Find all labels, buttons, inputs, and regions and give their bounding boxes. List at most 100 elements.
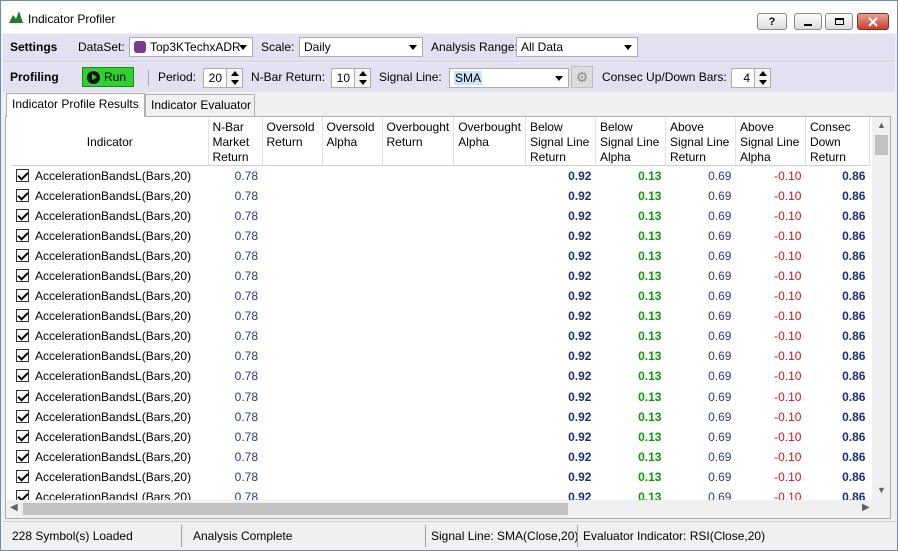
column-header[interactable]: Overbought Return xyxy=(382,118,455,166)
nbar-return-stepper[interactable]: 10 xyxy=(331,68,371,88)
table-row[interactable]: AccelerationBandsL(Bars,20) 0.78 0.92 0.13 0… xyxy=(12,186,869,206)
chevron-down-icon xyxy=(624,45,632,50)
analysis-range-dropdown[interactable]: All Data xyxy=(516,37,638,57)
table-row[interactable]: AccelerationBandsL(Bars,20) 0.78 0.92 0.13 0… xyxy=(12,326,869,346)
cell-ob-alpha xyxy=(454,346,526,366)
dataset-dropdown[interactable]: Top3KTechxADR xyxy=(129,37,253,57)
column-header[interactable]: Indicator xyxy=(12,118,209,166)
scroll-down-icon[interactable]: ▼ xyxy=(877,485,886,495)
consec-spin-buttons[interactable] xyxy=(754,69,770,87)
table-row[interactable]: AccelerationBandsL(Bars,20) 0.78 0.92 0.13 0… xyxy=(12,266,869,286)
maximize-button[interactable] xyxy=(825,13,853,30)
row-checkbox[interactable] xyxy=(16,409,29,423)
minimize-button[interactable] xyxy=(794,13,822,30)
row-checkbox[interactable] xyxy=(16,309,29,323)
cell-bsl-alpha: 0.13 xyxy=(638,168,662,183)
table-row[interactable]: AccelerationBandsL(Bars,20) 0.78 0.92 0.13 0… xyxy=(12,226,869,246)
row-checkbox[interactable] xyxy=(16,168,29,182)
indicator-name: AccelerationBandsL(Bars,20) xyxy=(35,469,192,484)
row-checkbox[interactable] xyxy=(16,289,29,303)
horizontal-scroll-thumb[interactable] xyxy=(23,503,568,515)
cell-ob-alpha xyxy=(454,447,526,467)
cell-os-alpha xyxy=(322,226,382,246)
column-header[interactable]: Below Signal Line Return xyxy=(525,118,596,166)
row-checkbox[interactable] xyxy=(16,429,29,443)
cell-ob-alpha xyxy=(454,387,526,407)
table-row[interactable]: AccelerationBandsL(Bars,20) 0.78 0.92 0.13 0… xyxy=(12,467,869,487)
cell-nbar: 0.78 xyxy=(234,188,258,203)
signal-settings-button[interactable]: ⚙ xyxy=(571,66,593,88)
table-row[interactable]: AccelerationBandsL(Bars,20) 0.78 0.92 0.13 0… xyxy=(12,387,869,407)
column-header[interactable]: Oversold Return xyxy=(262,118,323,166)
cell-asl-alpha: -0.10 xyxy=(774,469,802,484)
cell-bsl-alpha: 0.13 xyxy=(638,429,662,444)
row-checkbox[interactable] xyxy=(16,469,29,483)
status-symbols-loaded: 228 Symbol(s) Loaded xyxy=(12,529,133,543)
consec-bars-stepper[interactable]: 4 xyxy=(731,68,771,88)
cell-asl-ret: 0.69 xyxy=(708,168,732,183)
horizontal-scrollbar[interactable]: ◀ ▶ xyxy=(6,500,890,518)
scale-value: Daily xyxy=(304,40,331,54)
indicator-name: AccelerationBandsL(Bars,20) xyxy=(35,228,192,243)
app-logo-icon xyxy=(9,11,23,23)
table-row[interactable]: AccelerationBandsL(Bars,20) 0.78 0.92 0.13 0… xyxy=(12,306,869,326)
column-header[interactable]: Overbought Alpha xyxy=(453,118,526,166)
cell-nbar: 0.78 xyxy=(234,349,258,364)
scroll-up-icon[interactable]: ▲ xyxy=(877,120,886,130)
scale-dropdown[interactable]: Daily xyxy=(299,37,423,57)
table-row[interactable]: AccelerationBandsL(Bars,20) 0.78 0.92 0.13 0… xyxy=(12,427,869,447)
indicator-cell: AccelerationBandsL(Bars,20) xyxy=(12,186,208,206)
indicator-name: AccelerationBandsL(Bars,20) xyxy=(35,409,192,424)
help-button[interactable]: ? xyxy=(757,13,787,30)
table-row[interactable]: AccelerationBandsL(Bars,20) 0.78 0.92 0.13 0… xyxy=(12,286,869,306)
tab-strip: Indicator Profile Results Indicator Eval… xyxy=(3,93,895,117)
row-checkbox[interactable] xyxy=(16,329,29,343)
period-stepper[interactable]: 20 xyxy=(203,68,243,88)
vertical-scroll-thumb[interactable] xyxy=(875,135,888,155)
table-row[interactable]: AccelerationBandsL(Bars,20) 0.78 0.92 0.13 0… xyxy=(12,447,869,467)
run-button[interactable]: Run xyxy=(82,67,134,87)
close-button[interactable] xyxy=(857,13,889,30)
status-divider xyxy=(425,525,426,547)
indicator-cell: AccelerationBandsL(Bars,20) xyxy=(12,427,208,447)
chevron-down-icon xyxy=(239,45,247,50)
table-row[interactable]: AccelerationBandsL(Bars,20) 0.78 0.92 0.13 0… xyxy=(12,346,869,366)
table-row[interactable]: AccelerationBandsL(Bars,20) 0.78 0.92 0.13 0… xyxy=(12,206,869,226)
status-signal-line: Signal Line: SMA(Close,20) xyxy=(431,529,579,543)
row-checkbox[interactable] xyxy=(16,369,29,383)
cell-ob-alpha xyxy=(454,427,526,447)
row-checkbox[interactable] xyxy=(16,208,29,222)
column-header[interactable]: Above Signal Line Return xyxy=(665,118,736,166)
cell-bsl-ret: 0.92 xyxy=(568,168,592,183)
table-row[interactable]: AccelerationBandsL(Bars,20) 0.78 0.92 0.13 0… xyxy=(12,166,869,186)
cell-ob-ret xyxy=(382,346,454,366)
chevron-down-icon xyxy=(555,76,563,81)
nbar-spin-buttons[interactable] xyxy=(354,69,370,87)
table-row[interactable]: AccelerationBandsL(Bars,20) 0.78 0.92 0.13 0… xyxy=(12,407,869,427)
row-checkbox[interactable] xyxy=(16,228,29,242)
column-header[interactable]: Oversold Alpha xyxy=(322,118,383,166)
column-header[interactable]: Above Signal Line Alpha xyxy=(735,118,806,166)
scroll-left-icon[interactable]: ◀ xyxy=(10,502,18,513)
column-header[interactable]: Below Signal Line Alpha xyxy=(595,118,666,166)
column-header[interactable]: N-Bar Market Return xyxy=(208,118,263,166)
cell-cd-ret: 0.86 xyxy=(842,369,866,384)
table-row[interactable]: AccelerationBandsL(Bars,20) 0.78 0.92 0.13 0… xyxy=(12,366,869,386)
row-checkbox[interactable] xyxy=(16,389,29,403)
row-checkbox[interactable] xyxy=(16,188,29,202)
row-checkbox[interactable] xyxy=(16,349,29,363)
tab-indicator-evaluator[interactable]: Indicator Evaluator xyxy=(145,94,255,116)
scroll-right-icon[interactable]: ▶ xyxy=(862,502,870,513)
cell-asl-ret: 0.69 xyxy=(708,289,732,304)
vertical-scrollbar[interactable]: ▲ ▼ xyxy=(872,117,890,501)
chevron-down-icon xyxy=(409,45,417,50)
cell-nbar: 0.78 xyxy=(234,409,258,424)
period-spin-buttons[interactable] xyxy=(226,69,242,87)
row-checkbox[interactable] xyxy=(16,449,29,463)
row-checkbox[interactable] xyxy=(16,248,29,262)
table-row[interactable]: AccelerationBandsL(Bars,20) 0.78 0.92 0.13 0… xyxy=(12,246,869,266)
column-header[interactable]: Consec Down Return xyxy=(805,118,870,166)
row-checkbox[interactable] xyxy=(16,269,29,283)
tab-indicator-profile-results[interactable]: Indicator Profile Results xyxy=(6,93,145,117)
signal-line-dropdown[interactable]: SMA xyxy=(449,68,569,88)
